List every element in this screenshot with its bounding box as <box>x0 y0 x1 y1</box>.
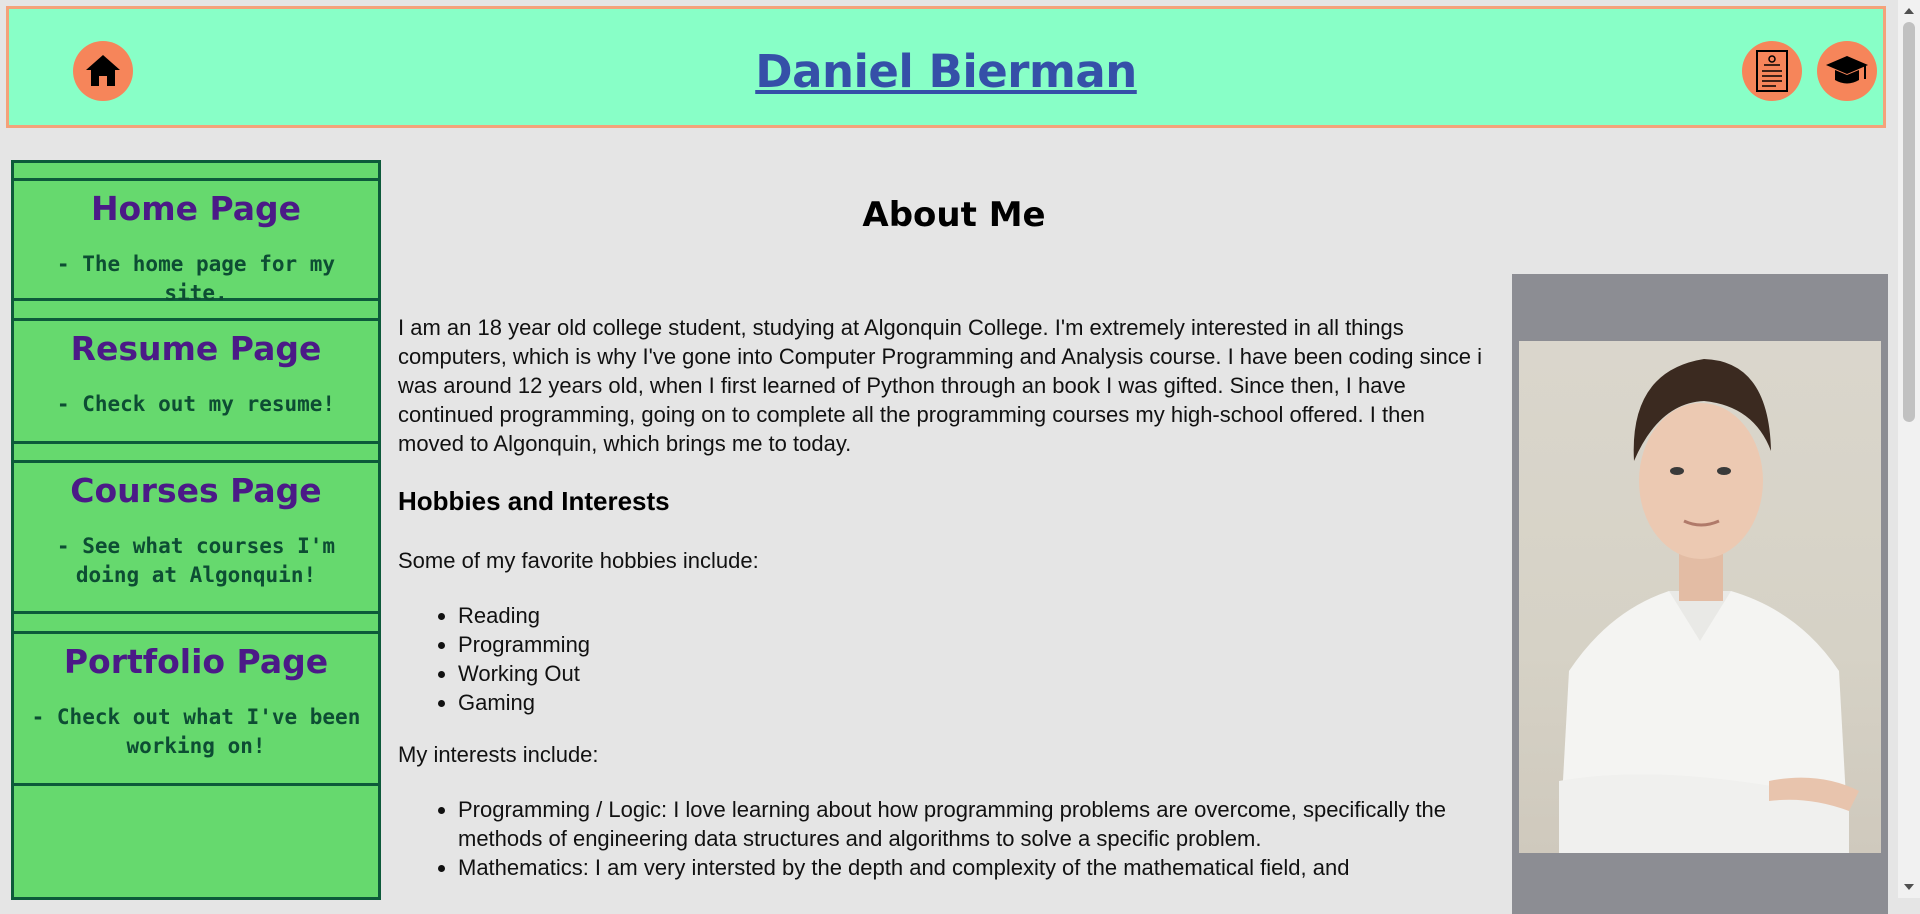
sidebar-item-courses[interactable]: Courses Page - See what courses I'm doin… <box>14 460 378 614</box>
vertical-scrollbar[interactable] <box>1898 0 1920 898</box>
sidebar-item-desc: - Check out what I've been working on! <box>31 705 361 758</box>
sidebar-item-title: Portfolio Page <box>63 642 329 681</box>
sidebar-item-desc: - Check out my resume! <box>56 392 336 416</box>
about-paragraph: I am an 18 year old college student, stu… <box>398 315 1482 456</box>
resume-button[interactable] <box>1742 41 1802 101</box>
page-title: About Me <box>862 195 1046 235</box>
interest-list: Programming / Logic: I love learning abo… <box>398 795 1528 882</box>
profile-photo-panel <box>1512 274 1888 914</box>
sidebar-nav: Home Page - The home page for my site. R… <box>11 160 381 900</box>
graduation-cap-icon <box>1826 56 1868 84</box>
list-item: Programming / Logic: I love learning abo… <box>458 795 1528 853</box>
person-portrait-image <box>1559 359 1859 853</box>
hobbies-intro: Some of my favorite hobbies include: <box>398 548 759 573</box>
hobby-list: Reading Programming Working Out Gaming <box>398 601 590 717</box>
site-title-link[interactable]: Daniel Bierman <box>755 45 1137 98</box>
sidebar-item-title: Courses Page <box>70 471 322 510</box>
scrollbar-thumb[interactable] <box>1903 22 1915 422</box>
resume-document-icon <box>1756 50 1788 92</box>
sidebar-item-home[interactable]: Home Page - The home page for my site. <box>14 178 378 305</box>
sidebar-item-desc: - The home page for my site. <box>56 252 336 305</box>
list-item: Programming <box>458 630 590 659</box>
profile-photo <box>1519 341 1881 853</box>
site-title: Daniel Bierman <box>9 45 1883 98</box>
list-item: Reading <box>458 601 590 630</box>
courses-button[interactable] <box>1817 41 1877 101</box>
about-intro: I am an 18 year old college student, stu… <box>398 313 1496 458</box>
list-item: Gaming <box>458 688 590 717</box>
sidebar-item-portfolio[interactable]: Portfolio Page - Check out what I've bee… <box>14 631 378 786</box>
list-item: Mathematics: I am very intersted by the … <box>458 853 1528 882</box>
sidebar-item-title: Home Page <box>90 189 302 228</box>
list-item: Working Out <box>458 659 590 688</box>
sidebar-item-title: Resume Page <box>70 329 322 368</box>
hobbies-heading: Hobbies and Interests <box>398 486 670 516</box>
interests-intro: My interests include: <box>398 742 599 767</box>
site-header: Daniel Bierman <box>6 6 1886 128</box>
scroll-up-arrow-icon[interactable] <box>1904 8 1914 14</box>
sidebar-item-resume[interactable]: Resume Page - Check out my resume! <box>14 318 378 444</box>
scroll-down-arrow-icon[interactable] <box>1904 884 1914 890</box>
sidebar-item-desc: - See what courses I'm doing at Algonqui… <box>56 534 336 587</box>
